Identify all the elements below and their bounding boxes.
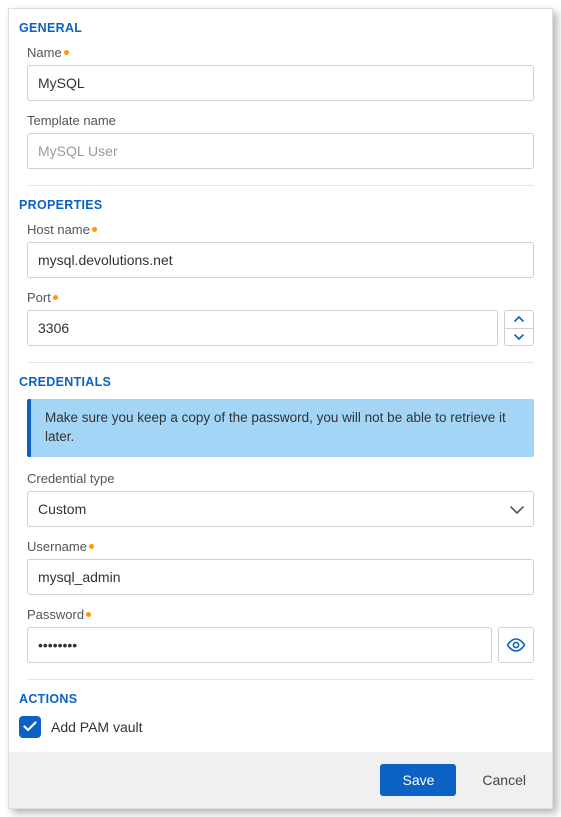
name-input[interactable] <box>27 65 534 101</box>
field-port: Port <box>27 290 534 346</box>
field-host-name: Host name <box>27 222 534 278</box>
port-label: Port <box>27 290 534 305</box>
name-label-text: Name <box>27 45 62 60</box>
info-banner: Make sure you keep a copy of the passwor… <box>27 399 534 457</box>
port-label-text: Port <box>27 290 51 305</box>
dialog: GENERAL Name Template name PROPERTIES Ho… <box>8 8 553 809</box>
password-row <box>27 627 534 663</box>
port-decrement-button[interactable] <box>505 328 533 346</box>
password-label-text: Password <box>27 607 84 622</box>
host-name-label: Host name <box>27 222 534 237</box>
field-password: Password <box>27 607 534 663</box>
port-input[interactable] <box>27 310 498 346</box>
add-pam-vault-row: Add PAM vault <box>19 716 534 738</box>
port-spin-buttons <box>504 310 534 346</box>
credential-type-label: Credential type <box>27 471 534 486</box>
required-dot-icon <box>92 227 97 232</box>
add-pam-vault-label: Add PAM vault <box>51 719 143 735</box>
section-header-actions: ACTIONS <box>19 692 534 706</box>
cancel-button[interactable]: Cancel <box>474 764 534 796</box>
credential-type-value: Custom <box>27 491 534 527</box>
required-dot-icon <box>86 612 91 617</box>
section-header-general: GENERAL <box>19 21 534 35</box>
template-name-input[interactable] <box>27 133 534 169</box>
check-icon <box>23 721 37 732</box>
chevron-down-icon <box>514 334 524 340</box>
password-label: Password <box>27 607 534 622</box>
name-label: Name <box>27 45 534 60</box>
save-button[interactable]: Save <box>380 764 456 796</box>
template-name-label: Template name <box>27 113 534 128</box>
section-header-properties: PROPERTIES <box>19 198 534 212</box>
password-input[interactable] <box>27 627 492 663</box>
section-actions: ACTIONS Add PAM vault <box>27 679 534 752</box>
credential-type-select[interactable]: Custom <box>27 491 534 527</box>
reveal-password-button[interactable] <box>498 627 534 663</box>
section-header-credentials: CREDENTIALS <box>19 375 534 389</box>
required-dot-icon <box>64 50 69 55</box>
field-template-name: Template name <box>27 113 534 169</box>
section-credentials: CREDENTIALS Make sure you keep a copy of… <box>27 362 534 679</box>
host-name-label-text: Host name <box>27 222 90 237</box>
required-dot-icon <box>89 544 94 549</box>
add-pam-vault-checkbox[interactable] <box>19 716 41 738</box>
host-name-input[interactable] <box>27 242 534 278</box>
port-stepper <box>27 310 534 346</box>
chevron-up-icon <box>514 316 524 322</box>
username-label: Username <box>27 539 534 554</box>
field-name: Name <box>27 45 534 101</box>
port-increment-button[interactable] <box>505 311 533 328</box>
username-label-text: Username <box>27 539 87 554</box>
eye-icon <box>506 638 526 652</box>
section-properties: PROPERTIES Host name Port <box>27 185 534 362</box>
dialog-footer: Save Cancel <box>9 752 552 808</box>
content-area: GENERAL Name Template name PROPERTIES Ho… <box>9 9 552 752</box>
required-dot-icon <box>53 295 58 300</box>
field-credential-type: Credential type Custom <box>27 471 534 527</box>
section-general: GENERAL Name Template name <box>27 9 534 185</box>
field-username: Username <box>27 539 534 595</box>
username-input[interactable] <box>27 559 534 595</box>
